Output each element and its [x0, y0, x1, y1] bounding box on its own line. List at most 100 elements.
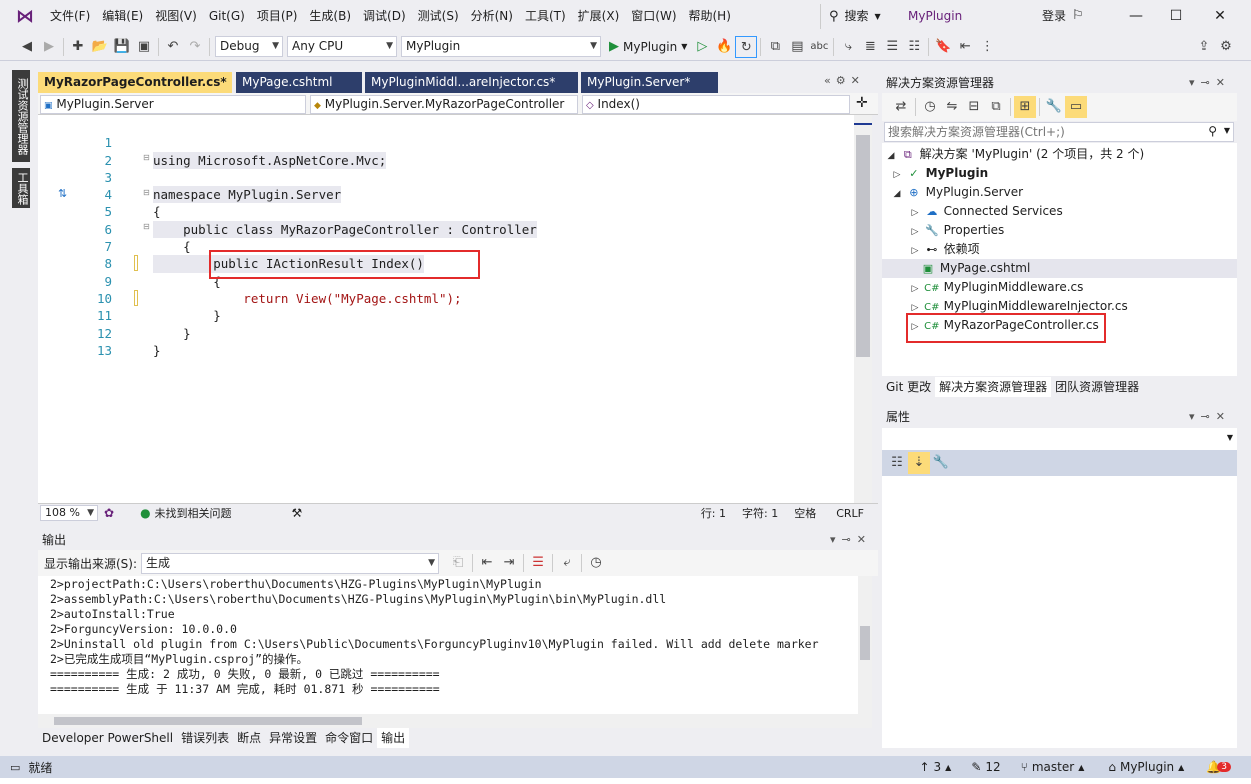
collapse-class-icon[interactable]: ⊟	[143, 188, 150, 197]
swap-icon[interactable]: ⇋	[941, 96, 963, 118]
refresh-icon[interactable]: ↻	[735, 35, 758, 58]
comment-icon[interactable]: ☰	[881, 36, 903, 58]
tab-solution-explorer[interactable]: 解决方案资源管理器	[935, 377, 1052, 397]
close-button[interactable]: ✕	[1200, 0, 1240, 33]
bookmark-icon[interactable]: 🔖	[932, 36, 954, 58]
intellicode-icon[interactable]: ✿	[104, 506, 114, 520]
maximize-button[interactable]: ☐	[1156, 0, 1196, 33]
project-nav-select[interactable]: ▣ MyPlugin.Server	[40, 95, 306, 114]
bookmark-prev-icon[interactable]: ⇤	[954, 36, 976, 58]
output-horizontal-scrollbar[interactable]	[38, 714, 858, 728]
start-debug-button[interactable]: ▶ MyPlugin ▼	[609, 39, 687, 54]
menu-test[interactable]: 测试(S)	[412, 0, 465, 33]
categorized-icon[interactable]: ☷	[886, 452, 908, 474]
menu-file[interactable]: 文件(F)	[44, 0, 96, 33]
menu-project[interactable]: 项目(P)	[251, 0, 304, 33]
solution-search-input[interactable]	[885, 123, 1195, 141]
save-icon[interactable]: 💾	[111, 36, 133, 58]
hot-reload-icon[interactable]: 🔥	[713, 36, 735, 58]
menu-window[interactable]: 窗口(W)	[625, 0, 682, 33]
tab-myplugin-server[interactable]: MyPlugin.Server*	[581, 72, 718, 93]
menu-debug[interactable]: 调试(D)	[357, 0, 412, 33]
output-source-select[interactable]: 生成 ▼	[141, 552, 440, 574]
output-text-area[interactable]: 2>projectPath:C:\Users\roberthu\Document…	[38, 576, 858, 714]
sync-icon[interactable]: ⇄	[890, 96, 912, 118]
startup-project-select[interactable]: MyPlugin ▼	[401, 36, 601, 57]
format-icon[interactable]: ≣	[859, 36, 881, 58]
settings-icon[interactable]: ⚙	[1215, 36, 1237, 58]
attach-icon[interactable]: ⧉	[764, 36, 786, 58]
test-explorer-tab[interactable]: 测试资源管理器	[12, 70, 30, 162]
properties-object-select[interactable]: ▼	[882, 428, 1237, 450]
start-without-debug-icon[interactable]: ▷	[691, 36, 713, 58]
platform-select[interactable]: Any CPU ▼	[287, 36, 397, 57]
wrench-icon[interactable]: 🔧	[1043, 96, 1065, 118]
cleanup-icon[interactable]: ⚒	[292, 506, 303, 520]
property-pages-icon[interactable]: 🔧	[930, 452, 952, 474]
undo-icon[interactable]: ↶	[162, 36, 184, 58]
back-icon[interactable]: ◀	[16, 36, 38, 58]
up-arrow-icon[interactable]: ↑	[919, 760, 929, 774]
prev-message-icon[interactable]: ⇤	[476, 552, 498, 574]
tree-item-dependencies[interactable]: ▷ ⊷ 依赖项	[882, 240, 1237, 259]
history-icon[interactable]: ◷	[919, 96, 941, 118]
codelens-icon[interactable]: ⇅	[58, 187, 67, 200]
line-indicator[interactable]: 行: 1	[701, 505, 726, 521]
next-message-icon[interactable]: ⇥	[498, 552, 520, 574]
panel-window-icons[interactable]: ▾⊸✕	[1189, 407, 1231, 427]
menu-build[interactable]: 生成(B)	[303, 0, 357, 33]
output-vertical-scrollbar[interactable]	[858, 576, 872, 728]
clear-all-icon[interactable]: ☰	[527, 552, 549, 574]
find-message-icon[interactable]: ⎗	[447, 552, 469, 574]
tree-item-myplugin-server[interactable]: ◢ ⊕ MyPlugin.Server	[882, 183, 1237, 202]
repo-name[interactable]: MyPlugin	[1120, 760, 1174, 774]
minimize-button[interactable]: —	[1116, 0, 1156, 33]
tab-mypluginmiddlewareinjector[interactable]: MyPluginMiddl...areInjector.cs*	[365, 72, 578, 93]
branch-icon[interactable]: ⑂	[1021, 760, 1028, 774]
panel-window-icons[interactable]: ▾⊸✕	[830, 530, 872, 550]
tab-exception-settings[interactable]: 异常设置	[265, 728, 321, 748]
tree-item-connected-services[interactable]: ▷ ☁ Connected Services	[882, 202, 1237, 221]
view-mode-icon[interactable]: ⊞	[1014, 96, 1036, 118]
chevron-down-icon[interactable]: ▼	[1224, 126, 1230, 135]
menu-view[interactable]: 视图(V)	[149, 0, 203, 33]
show-all-files-icon[interactable]: ⧉	[985, 96, 1007, 118]
notification-count[interactable]: 3	[1217, 762, 1231, 772]
toolbar-overflow-icon[interactable]: ⋮	[976, 36, 998, 58]
tab-breakpoints[interactable]: 断点	[233, 728, 265, 748]
menu-help[interactable]: 帮助(H)	[683, 0, 737, 33]
repo-icon[interactable]: ⌂	[1108, 760, 1116, 774]
tree-item-solution[interactable]: ◢ ⧉ 解决方案 'MyPlugin' (2 个项目，共 2 个)	[882, 145, 1237, 164]
pencil-icon[interactable]: ✎	[971, 760, 981, 774]
tree-item-mypage-cshtml[interactable]: ▣ MyPage.cshtml	[882, 259, 1237, 278]
solution-config-select[interactable]: Debug ▼	[215, 36, 283, 57]
zoom-select[interactable]: 108 % ▼	[40, 505, 98, 521]
forward-icon[interactable]: ▶	[38, 36, 60, 58]
step-icon[interactable]: ⤷	[837, 36, 859, 58]
tab-git-changes[interactable]: Git 更改	[882, 377, 935, 397]
member-nav-select[interactable]: ◇ Index()	[582, 95, 850, 114]
search-icon[interactable]: ⚲	[1208, 124, 1217, 138]
save-all-icon[interactable]: ▣	[133, 36, 155, 58]
menu-analyze[interactable]: 分析(N)	[465, 0, 519, 33]
scroll-thumb[interactable]	[860, 626, 870, 660]
solution-explorer-search[interactable]: ⚲ ▼	[884, 122, 1234, 142]
scroll-thumb[interactable]	[856, 135, 870, 357]
tab-mypage-cshtml[interactable]: MyPage.cshtml	[236, 72, 362, 93]
tree-item-properties[interactable]: ▷ 🔧 Properties	[882, 221, 1237, 240]
code-editor[interactable]: 1 using Microsoft.AspNetCore.Mvc; 2 3 na…	[38, 115, 854, 503]
menu-git[interactable]: Git(G)	[203, 0, 251, 33]
menu-edit[interactable]: 编辑(E)	[96, 0, 149, 33]
collapse-all-icon[interactable]: ⊟	[963, 96, 985, 118]
unpushed-count[interactable]: 3	[934, 760, 942, 774]
open-folder-icon[interactable]: 📂	[89, 36, 111, 58]
spell-check-icon[interactable]: abc	[808, 36, 830, 58]
panel-window-icons[interactable]: ▾⊸✕	[1189, 73, 1231, 93]
login-link[interactable]: 登录	[1042, 0, 1066, 33]
word-wrap-icon[interactable]: ⤶	[556, 552, 578, 574]
uncomment-icon[interactable]: ☷	[903, 36, 925, 58]
editor-vertical-scrollbar[interactable]	[854, 115, 872, 503]
feedback-icon[interactable]: ⚐	[1072, 8, 1084, 23]
live-share-icon[interactable]: ⇪	[1193, 36, 1215, 58]
tab-output[interactable]: 输出	[377, 728, 410, 748]
